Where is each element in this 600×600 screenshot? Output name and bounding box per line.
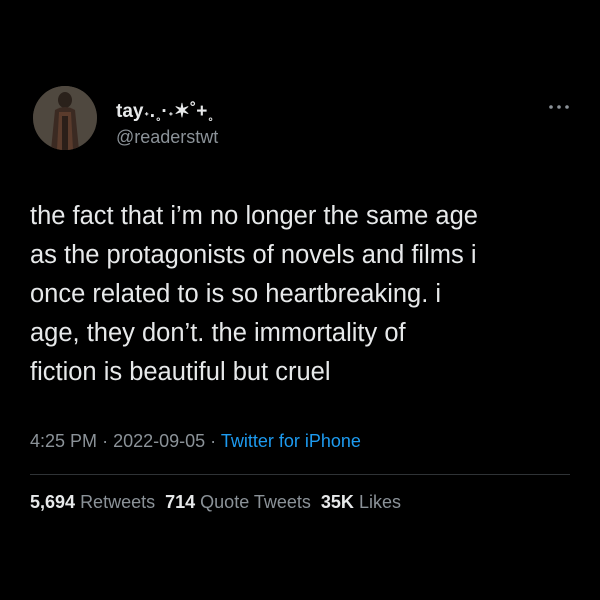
meta-separator: · <box>210 431 217 451</box>
retweets-label: Retweets <box>80 492 156 512</box>
tweet-meta: 4:25 PM · 2022-09-05 · Twitter for iPhon… <box>30 431 361 452</box>
retweets-stat[interactable]: 5,694 Retweets <box>30 492 155 512</box>
tweet-text: the fact that i’m no longer the same age… <box>30 197 575 392</box>
retweets-count: 5,694 <box>30 492 76 512</box>
display-name[interactable]: tay˖.˳·˖✶˚+˳ <box>116 100 214 123</box>
tweet-stats: 5,694 Retweets 714 Quote Tweets 35K Likes <box>30 492 401 513</box>
quote-tweets-label: Quote Tweets <box>200 492 311 512</box>
tweet-source-link[interactable]: Twitter for iPhone <box>221 431 361 451</box>
tweet-detail: tay˖.˳·˖✶˚+˳ @readerstwt the fact that i… <box>0 0 600 600</box>
likes-count: 35K <box>320 492 354 512</box>
likes-label: Likes <box>358 492 401 512</box>
meta-separator: · <box>102 431 109 451</box>
more-options-button[interactable] <box>545 100 573 114</box>
avatar-photo-icon <box>33 86 97 150</box>
tweet-text-line: fiction is beautiful but cruel <box>30 358 331 386</box>
avatar[interactable] <box>33 86 97 150</box>
handle[interactable]: @readerstwt <box>116 127 218 148</box>
tweet-text-line: age, they don’t. the immortality of <box>30 319 406 347</box>
tweet-text-line: as the protagonists of novels and films … <box>30 241 477 269</box>
tweet-date[interactable]: 2022-09-05 <box>113 431 205 451</box>
quote-tweets-stat[interactable]: 714 Quote Tweets <box>165 492 311 512</box>
likes-stat[interactable]: 35K Likes <box>321 492 401 512</box>
quote-tweets-count: 714 <box>165 492 196 512</box>
tweet-time[interactable]: 4:25 PM <box>30 431 97 451</box>
divider <box>30 474 570 475</box>
tweet-text-line: once related to is so heartbreaking. i <box>30 280 442 308</box>
more-horizontal-icon <box>549 105 569 109</box>
tweet-text-line: the fact that i’m no longer the same age <box>30 202 478 230</box>
